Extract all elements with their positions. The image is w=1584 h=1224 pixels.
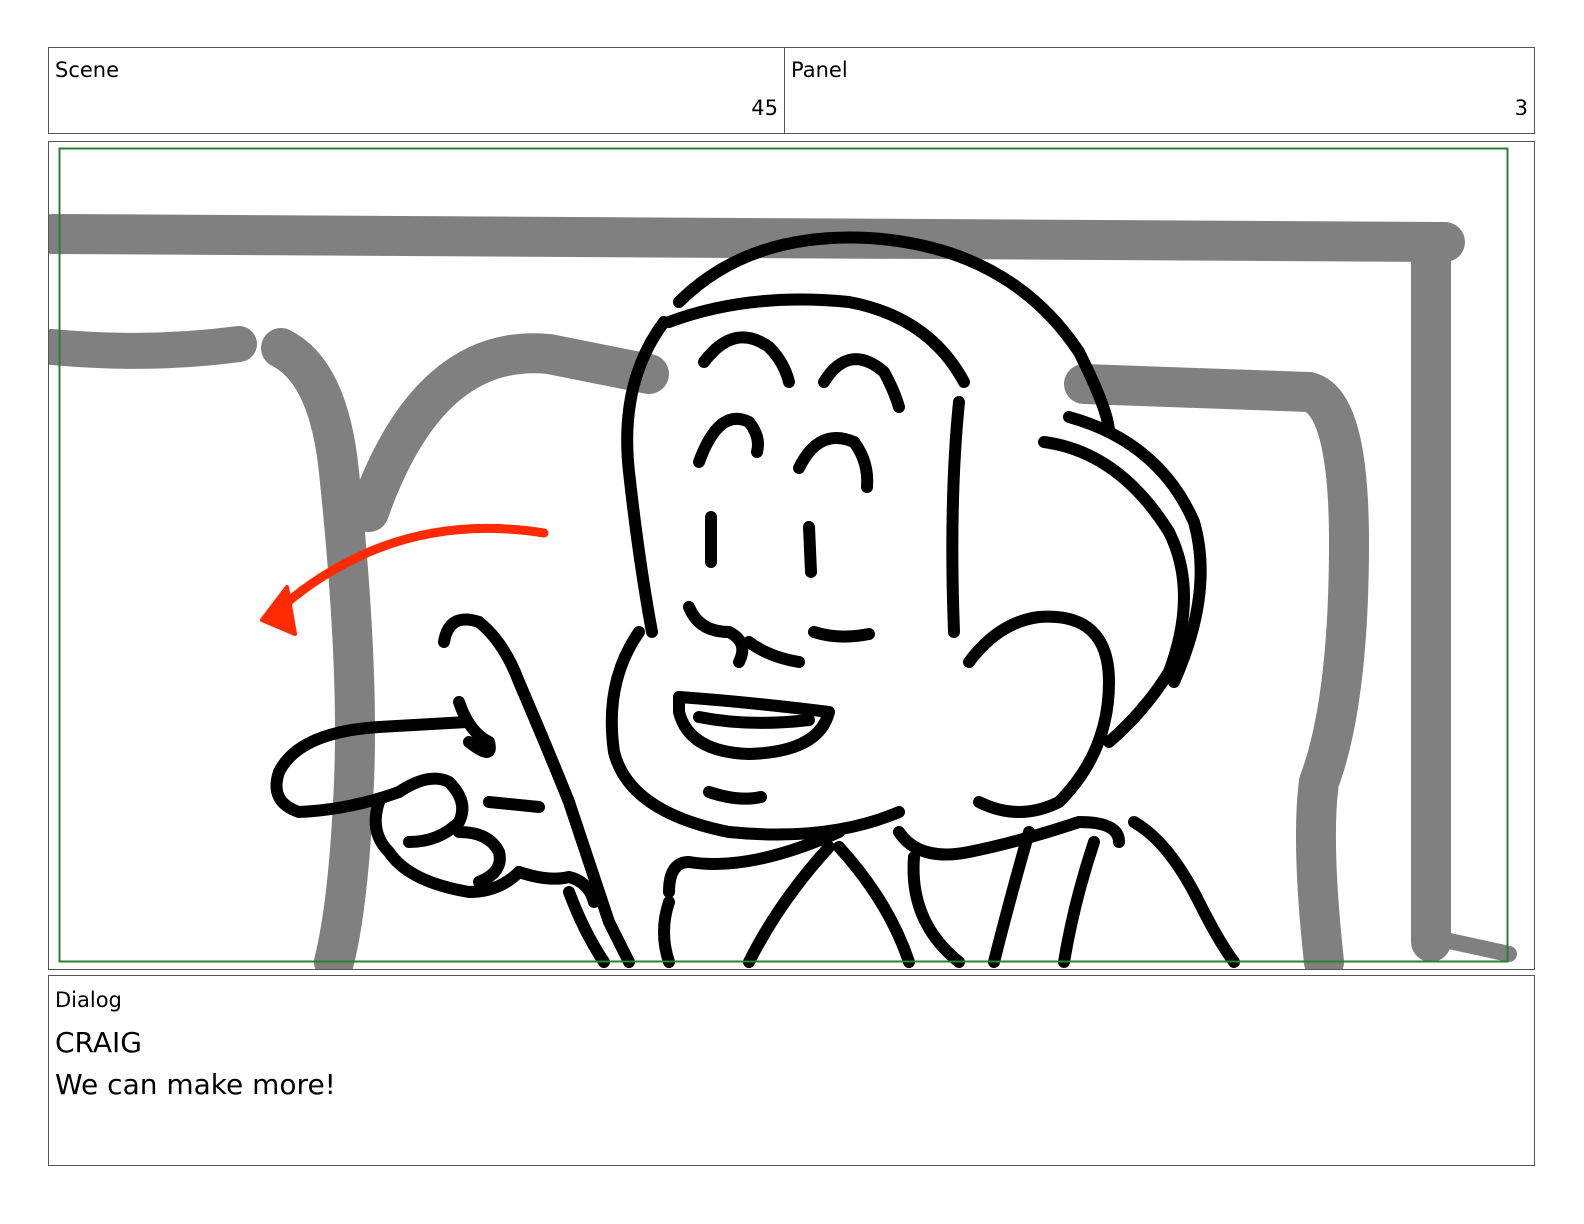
panel-label: Panel [791,58,848,82]
panel-header: Scene 45 Panel 3 [48,47,1535,134]
dialog-label: Dialog [55,988,122,1012]
scene-label: Scene [55,58,120,82]
dialog-character: CRAIG [55,1026,142,1059]
dialog-box: Dialog CRAIG We can make more! [48,975,1535,1166]
dialog-line: We can make more! [55,1068,336,1101]
scene-cell: Scene 45 [49,48,785,133]
storyboard-sketch [49,147,1517,969]
storyboard-frame [48,141,1535,970]
scene-number: 45 [751,96,778,120]
panel-number: 3 [1514,96,1528,120]
action-arrow [260,523,549,636]
panel-cell: Panel 3 [785,48,1534,133]
character-craig [270,231,1240,968]
